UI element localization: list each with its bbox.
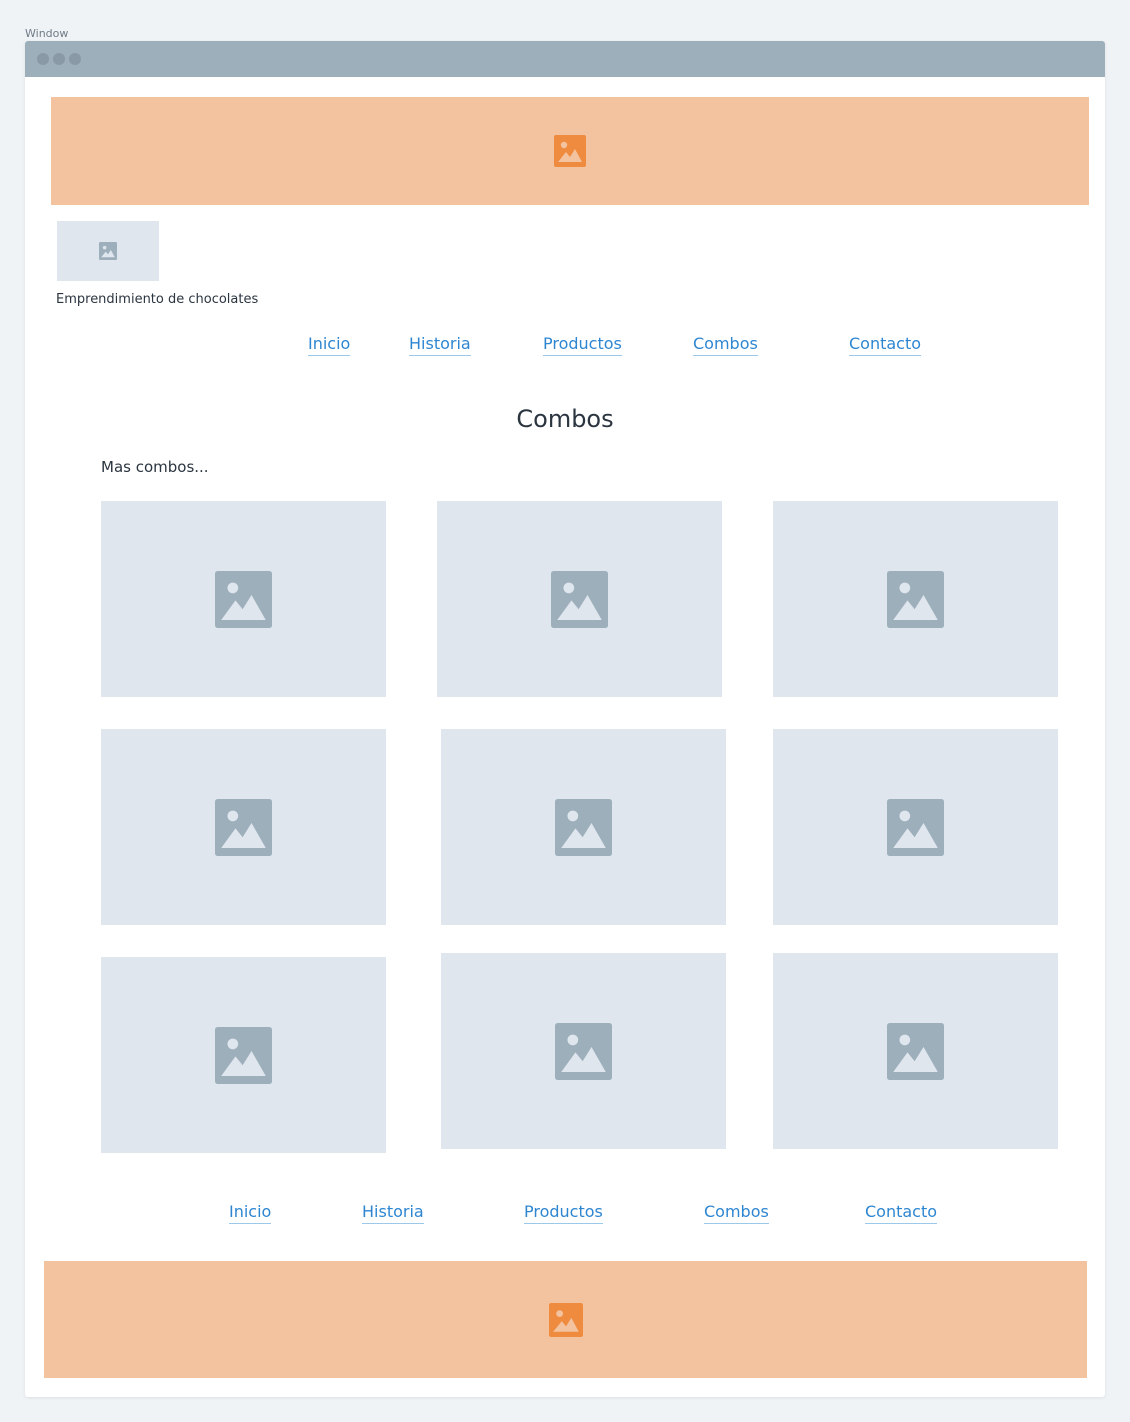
nav-bottom-productos[interactable]: Productos (524, 1202, 603, 1224)
nav-top-productos[interactable]: Productos (543, 334, 622, 356)
combo-image[interactable] (101, 957, 386, 1153)
image-icon (555, 798, 612, 856)
image-icon (554, 135, 586, 167)
image-icon (99, 242, 117, 260)
nav-top-combos[interactable]: Combos (693, 334, 758, 356)
window-close-dot[interactable] (37, 53, 49, 65)
combo-image[interactable] (437, 501, 722, 697)
image-icon (887, 1022, 944, 1080)
nav-bottom-inicio[interactable]: Inicio (229, 1202, 272, 1224)
nav-top-contacto[interactable]: Contacto (849, 334, 922, 356)
page-subtitle: Mas combos... (101, 458, 209, 476)
window-maximize-dot[interactable] (69, 53, 81, 65)
combo-image[interactable] (773, 953, 1058, 1149)
combo-image[interactable] (101, 501, 386, 697)
image-icon (215, 798, 272, 856)
window-titlebar[interactable] (25, 41, 1105, 77)
image-icon (215, 1026, 272, 1084)
header-banner (51, 97, 1089, 205)
nav-top-inicio[interactable]: Inicio (308, 334, 351, 356)
logo-caption: Emprendimiento de chocolates (56, 292, 259, 307)
logo-image (57, 221, 159, 281)
combo-image[interactable] (441, 953, 726, 1149)
nav-bottom-combos[interactable]: Combos (704, 1202, 769, 1224)
window-minimize-dot[interactable] (53, 53, 65, 65)
footer-banner (44, 1261, 1087, 1378)
nav-bottom-contacto[interactable]: Contacto (865, 1202, 938, 1224)
nav-bottom-historia[interactable]: Historia (362, 1202, 424, 1224)
page-title: Combos (516, 405, 614, 433)
app-window: Emprendimiento de chocolates Inicio Hist… (25, 41, 1105, 1397)
image-icon (887, 570, 944, 628)
combo-image[interactable] (101, 729, 386, 925)
image-icon (215, 570, 272, 628)
combo-image[interactable] (441, 729, 726, 925)
nav-top-historia[interactable]: Historia (409, 334, 471, 356)
window-label: Window (25, 27, 69, 40)
image-icon (887, 798, 944, 856)
image-icon (551, 570, 608, 628)
image-icon (555, 1022, 612, 1080)
combo-image[interactable] (773, 729, 1058, 925)
combo-image[interactable] (773, 501, 1058, 697)
image-icon (548, 1302, 583, 1337)
